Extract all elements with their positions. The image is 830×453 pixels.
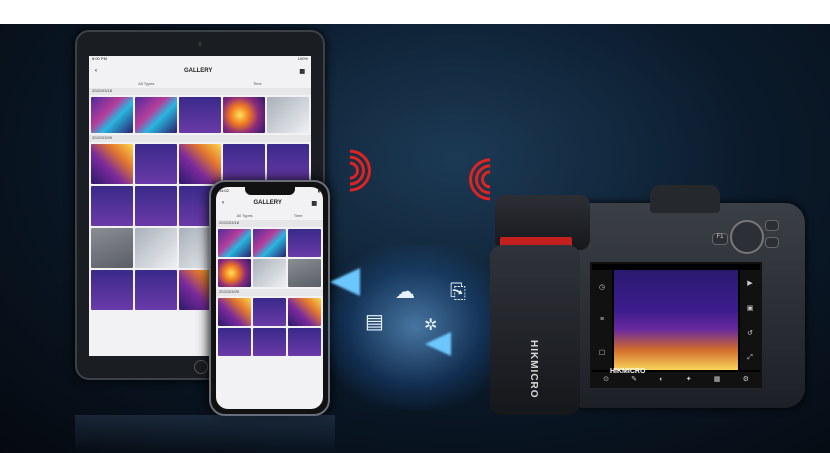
arrow-left-icon <box>330 268 360 296</box>
tablet-gallery-title: GALLERY <box>183 68 213 74</box>
filter-time-dropdown[interactable]: Time <box>253 81 262 86</box>
tablet-home-button[interactable] <box>194 360 208 374</box>
phone-thumb-grid-1 <box>216 227 323 289</box>
phone-notch <box>244 187 295 195</box>
wifi-signal-icon <box>320 140 380 201</box>
battery-icon: ▮ <box>317 188 320 193</box>
phone-thumb-grid-2 <box>216 296 323 358</box>
cloud-upload-icon: ☁ <box>395 281 415 303</box>
gallery-thumbnail[interactable] <box>135 270 177 310</box>
gallery-thumbnail[interactable] <box>179 144 221 184</box>
gallery-thumbnail[interactable] <box>253 298 286 326</box>
gallery-thumbnail[interactable] <box>91 97 133 133</box>
gallery-thumbnail[interactable] <box>218 298 251 326</box>
gallery-thumbnail[interactable] <box>253 259 286 287</box>
camera-icon: ⎘ <box>450 281 466 303</box>
gallery-thumbnail[interactable] <box>91 144 133 184</box>
floor-reflection <box>75 415 335 453</box>
gallery-thumbnail[interactable] <box>91 270 133 310</box>
thermal-image <box>614 270 738 370</box>
tablet-navbar: ‹ GALLERY ▦ <box>89 64 311 78</box>
top-caption-text <box>0 0 830 24</box>
tablet-camera <box>198 42 202 46</box>
f1-button[interactable]: F1 <box>712 233 728 245</box>
gallery-thumbnail[interactable] <box>218 328 251 356</box>
gallery-thumbnail[interactable] <box>135 228 177 268</box>
phone-device: 14:02 ▮ ‹ GALLERY ▦ All Types Time 2022/… <box>209 180 330 416</box>
product-scene: 8:00 PM 100% ‹ GALLERY ▦ All Types Time … <box>0 0 830 453</box>
tablet-date-header-2: 2022/03/09 <box>89 135 311 142</box>
phone-date-header-2: 2022/03/09 <box>216 289 323 296</box>
camera-eyecup <box>650 185 720 213</box>
gallery-thumbnail[interactable] <box>135 97 177 133</box>
camera-side-button[interactable] <box>765 237 779 248</box>
phone-status-time: 14:02 <box>219 188 230 193</box>
gear-icon: ✲ <box>424 317 438 334</box>
thermal-camera: HIKMICRO F1 ◷ ≡ ☐ ▶ ▣ ↺ ⤢ ⊙ ✎ ◐ ✦ ▦ ⚙ HIKMICRO <box>490 185 808 418</box>
phone-date-header-1: 2022/03/18 <box>216 220 323 227</box>
gallery-thumbnail[interactable] <box>253 229 286 257</box>
gallery-thumbnail[interactable] <box>253 328 286 356</box>
phone-filters: All Types Time <box>216 210 323 220</box>
trash-icon[interactable]: ▦ <box>311 200 317 207</box>
filter-type-dropdown[interactable]: All Types <box>138 81 154 86</box>
gallery-thumbnail[interactable] <box>267 144 309 184</box>
tablet-date-header-1: 2022/03/18 <box>89 88 311 95</box>
camera-grip: HIKMICRO <box>490 245 580 415</box>
back-icon[interactable]: ‹ <box>222 200 224 206</box>
tablet-status-time: 8:00 PM <box>92 56 107 61</box>
camera-dial[interactable] <box>730 220 764 254</box>
tablet-statusbar: 8:00 PM 100% <box>89 56 311 64</box>
phone-navbar: ‹ GALLERY ▦ <box>216 196 323 210</box>
gallery-thumbnail[interactable] <box>218 259 251 287</box>
phone-screen: 14:02 ▮ ‹ GALLERY ▦ All Types Time 2022/… <box>216 187 323 409</box>
lcd-logo-text: HIKMICRO <box>610 368 646 375</box>
gallery-thumbnail[interactable] <box>135 186 177 226</box>
tablet-thumb-grid-1 <box>89 95 311 135</box>
phone-gallery-title: GALLERY <box>253 200 282 206</box>
camera-brand-text: HIKMICRO <box>528 340 539 399</box>
gallery-thumbnail[interactable] <box>218 229 251 257</box>
gallery-thumbnail[interactable] <box>288 298 321 326</box>
tablet-status-battery: 100% <box>297 56 308 61</box>
gallery-thumbnail[interactable] <box>179 97 221 133</box>
gallery-thumbnail[interactable] <box>223 97 265 133</box>
gallery-thumbnail[interactable] <box>91 186 133 226</box>
document-icon: ▤ <box>365 311 384 333</box>
camera-side-button[interactable] <box>765 220 779 231</box>
filter-type-dropdown[interactable]: All Types <box>237 213 253 218</box>
gallery-thumbnail[interactable] <box>288 328 321 356</box>
gallery-thumbnail[interactable] <box>223 144 265 184</box>
lcd-right-toolbar: ▶ ▣ ↺ ⤢ <box>740 270 760 370</box>
back-icon[interactable]: ‹ <box>95 68 97 74</box>
lcd-left-toolbar: ◷ ≡ ☐ <box>592 270 612 370</box>
gallery-thumbnail[interactable] <box>135 144 177 184</box>
trash-icon[interactable]: ▦ <box>299 68 305 75</box>
gallery-thumbnail[interactable] <box>267 97 309 133</box>
gallery-thumbnail[interactable] <box>288 229 321 257</box>
gallery-thumbnail[interactable] <box>91 228 133 268</box>
gallery-thumbnail[interactable] <box>288 259 321 287</box>
tablet-filters: All Types Time <box>89 78 311 88</box>
filter-time-dropdown[interactable]: Time <box>294 213 303 218</box>
